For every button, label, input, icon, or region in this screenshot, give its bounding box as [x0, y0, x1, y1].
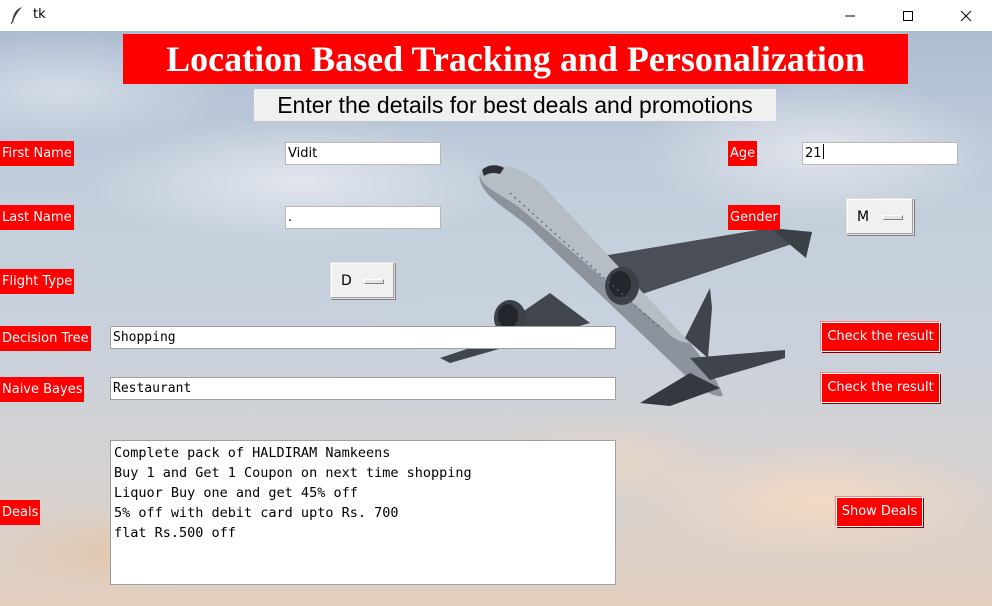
close-icon — [960, 10, 972, 21]
feather-icon — [10, 7, 22, 24]
minimize-icon — [845, 15, 855, 16]
age-value: 21 — [805, 146, 822, 161]
maximize-icon — [903, 10, 913, 21]
gender-label: Gender — [728, 205, 780, 230]
naive-bayes-label: Naive Bayes — [0, 377, 85, 402]
page-title: Location Based Tracking and Personalizat… — [123, 34, 908, 84]
page-subtitle: Enter the details for best deals and pro… — [254, 89, 776, 121]
deal-item: 5% off with debit card upto Rs. 700 — [114, 505, 399, 521]
flight-type-select-value: D — [341, 273, 352, 289]
maximize-button[interactable] — [879, 0, 937, 31]
deal-item: Complete pack of HALDIRAM Namkeens — [114, 445, 391, 461]
naive-bayes-check-button[interactable]: Check the result — [821, 373, 940, 403]
deal-item: Buy 1 and Get 1 Coupon on next time shop… — [114, 465, 472, 481]
first-name-field[interactable]: Vidit — [285, 142, 441, 165]
age-field[interactable]: 21 — [802, 142, 958, 165]
deal-item: flat Rs.500 off — [114, 525, 236, 541]
decision-tree-check-button[interactable]: Check the result — [821, 322, 940, 352]
deal-item: Liquor Buy one and get 45% off — [114, 485, 358, 501]
gender-select-value: M — [857, 209, 870, 225]
decision-tree-label: Decision Tree — [0, 326, 91, 351]
deals-label: Deals — [0, 500, 41, 525]
option-indicator-icon — [364, 279, 384, 284]
last-name-label: Last Name — [0, 205, 74, 230]
flight-type-select[interactable]: D — [330, 262, 395, 299]
deals-textarea[interactable]: Complete pack of HALDIRAM Namkeens Buy 1… — [110, 440, 616, 585]
window-title: tk — [33, 7, 46, 22]
first-name-label: First Name — [0, 141, 74, 166]
airplane-image — [440, 165, 812, 406]
show-deals-button[interactable]: Show Deals — [836, 497, 923, 527]
window-titlebar: tk — [0, 0, 992, 31]
decision-tree-result-field[interactable]: Shopping — [110, 326, 616, 349]
flight-type-label: Flight Type — [0, 269, 75, 294]
option-indicator-icon — [883, 215, 903, 220]
last-name-field[interactable]: . — [285, 206, 441, 229]
age-label: Age — [728, 141, 758, 166]
minimize-button[interactable] — [821, 0, 879, 31]
naive-bayes-result-field[interactable]: Restaurant — [110, 377, 616, 400]
text-cursor — [822, 144, 824, 159]
gender-select[interactable]: M — [846, 198, 914, 235]
close-button[interactable] — [937, 0, 992, 31]
